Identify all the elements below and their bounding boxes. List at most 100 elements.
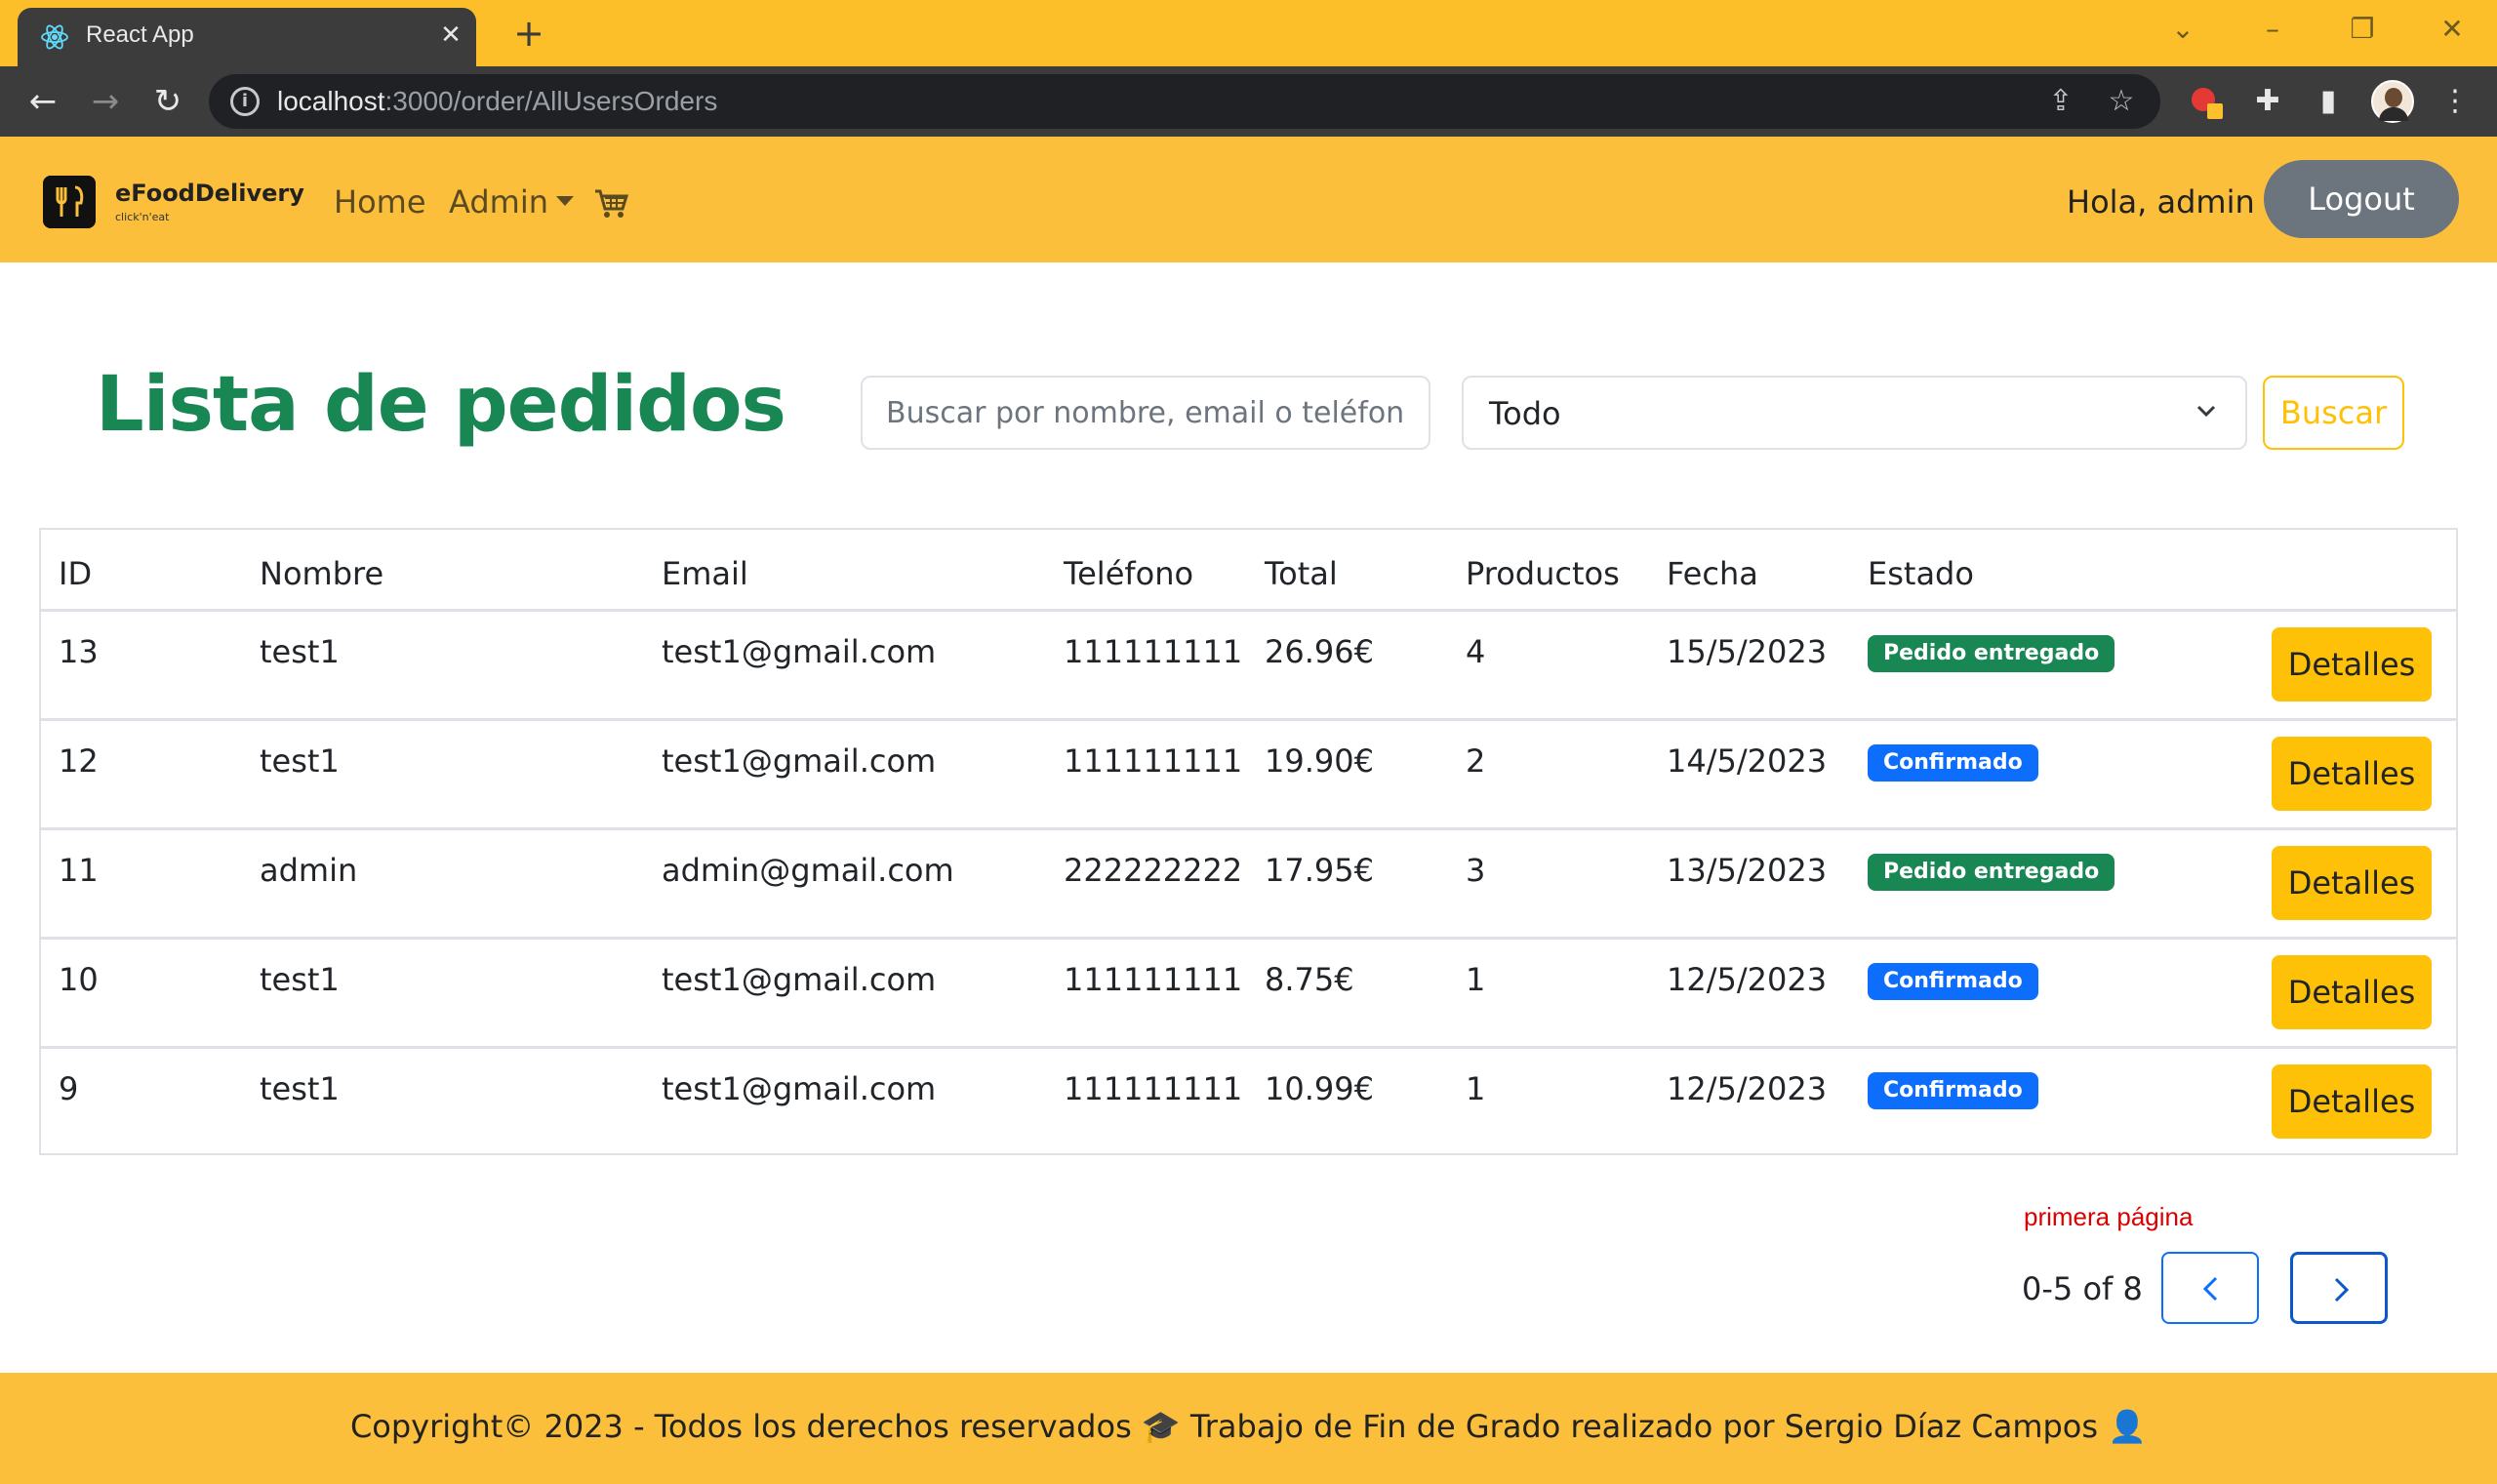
- table-row: 13 test1 test1@gmail.com 111111111 26.96…: [41, 612, 2456, 721]
- cell-email: test1@gmail.com: [662, 961, 937, 998]
- share-icon[interactable]: ⇪: [2043, 84, 2078, 119]
- close-tab-icon[interactable]: ✕: [435, 20, 466, 51]
- status-badge: Pedido entregado: [1868, 635, 2115, 672]
- status-filter-select[interactable]: Todo: [1462, 376, 2247, 450]
- cell-products: 2: [1466, 742, 1486, 780]
- status-badge: Confirmado: [1868, 744, 2038, 782]
- first-page-message: primera página: [2024, 1202, 2194, 1231]
- new-tab-button[interactable]: +: [509, 14, 548, 53]
- browser-tab[interactable]: React App ✕: [18, 8, 476, 66]
- table-row: 9 test1 test1@gmail.com 111111111 10.99€…: [41, 1049, 2456, 1158]
- header-name: Nombre: [260, 555, 384, 592]
- bookmark-star-icon[interactable]: ☆: [2104, 84, 2139, 119]
- cell-total: 8.75€: [1265, 961, 1354, 998]
- cell-email: test1@gmail.com: [662, 633, 937, 670]
- header-status: Estado: [1868, 555, 1974, 592]
- extension-badge-icon[interactable]: [2188, 82, 2227, 121]
- cell-total: 17.95€: [1265, 852, 1374, 889]
- details-button[interactable]: Detalles: [2272, 1064, 2432, 1139]
- cell-email: test1@gmail.com: [662, 1070, 937, 1107]
- cell-total: 10.99€: [1265, 1070, 1374, 1107]
- tab-title: React App: [86, 21, 194, 48]
- cell-date: 13/5/2023: [1667, 852, 1828, 889]
- header-email: Email: [662, 555, 748, 592]
- cell-date: 12/5/2023: [1667, 961, 1828, 998]
- browser-toolbar: ← → ↻ i localhost:3000/order/AllUsersOrd…: [0, 66, 2497, 137]
- brand-tagline: click'n'eat: [115, 211, 170, 223]
- brand-logo-icon[interactable]: [43, 176, 96, 228]
- cell-phone: 222222222: [1064, 852, 1243, 889]
- cell-products: 1: [1466, 1070, 1486, 1107]
- search-input[interactable]: [861, 376, 1430, 450]
- status-filter-value: Todo: [1489, 395, 1561, 432]
- chevron-down-icon: [2196, 405, 2216, 418]
- logout-button[interactable]: Logout: [2264, 160, 2459, 238]
- nav-home-link[interactable]: Home: [334, 183, 426, 221]
- cell-phone: 111111111: [1064, 742, 1243, 780]
- table-row: 10 test1 test1@gmail.com 111111111 8.75€…: [41, 940, 2456, 1049]
- details-button[interactable]: Detalles: [2272, 737, 2432, 811]
- details-button[interactable]: Detalles: [2272, 846, 2432, 920]
- brand-name[interactable]: eFoodDelivery: [115, 180, 304, 207]
- site-info-icon[interactable]: i: [230, 87, 260, 116]
- details-button[interactable]: Detalles: [2272, 955, 2432, 1029]
- cell-phone: 111111111: [1064, 961, 1243, 998]
- avatar-body: [2379, 107, 2408, 121]
- cell-name: test1: [260, 742, 340, 780]
- orders-table: ID Nombre Email Teléfono Total Productos…: [39, 528, 2458, 1155]
- cell-name: test1: [260, 633, 340, 670]
- chevron-right-icon: [2334, 1277, 2350, 1303]
- side-panel-icon[interactable]: ▮: [2309, 82, 2348, 121]
- tab-search-icon[interactable]: ⌄: [2160, 10, 2205, 49]
- chevron-left-icon: [2202, 1276, 2218, 1302]
- profile-avatar[interactable]: [2371, 80, 2414, 123]
- menu-kebab-icon[interactable]: ⋮: [2436, 82, 2475, 121]
- cell-id: 9: [59, 1070, 79, 1107]
- cell-products: 4: [1466, 633, 1486, 670]
- table-row: 11 admin admin@gmail.com 222222222 17.95…: [41, 830, 2456, 940]
- url-host: localhost: [277, 86, 385, 116]
- next-page-button[interactable]: [2290, 1252, 2388, 1324]
- details-button[interactable]: Detalles: [2272, 627, 2432, 702]
- cell-email: admin@gmail.com: [662, 852, 954, 889]
- status-badge: Confirmado: [1868, 963, 2038, 1000]
- url-text: localhost:3000/order/AllUsersOrders: [277, 86, 717, 117]
- previous-page-button[interactable]: [2161, 1252, 2259, 1324]
- nav-admin-dropdown[interactable]: Admin: [449, 183, 574, 221]
- forward-arrow-icon[interactable]: →: [84, 80, 127, 123]
- cell-date: 15/5/2023: [1667, 633, 1828, 670]
- pagination-range: 0-5 of 8: [2022, 1270, 2143, 1307]
- search-button[interactable]: Buscar: [2263, 376, 2404, 450]
- table-header-row: ID Nombre Email Teléfono Total Productos…: [41, 530, 2456, 612]
- app-navbar: eFoodDelivery click'n'eat Home Admin Hol…: [0, 137, 2497, 262]
- close-window-icon[interactable]: ✕: [2430, 10, 2475, 49]
- cell-phone: 111111111: [1064, 1070, 1243, 1107]
- page-footer: Copyright© 2023 - Todos los derechos res…: [0, 1373, 2497, 1484]
- address-bar[interactable]: i localhost:3000/order/AllUsersOrders ⇪ …: [209, 74, 2160, 129]
- adblock-icon: [2192, 88, 2223, 119]
- table-row: 12 test1 test1@gmail.com 111111111 19.90…: [41, 721, 2456, 830]
- header-products: Productos: [1466, 555, 1620, 592]
- restore-icon[interactable]: ❐: [2340, 10, 2385, 49]
- footer-text: Copyright© 2023 - Todos los derechos res…: [349, 1408, 2148, 1445]
- caret-down-icon: [555, 196, 574, 206]
- back-arrow-icon[interactable]: ←: [21, 80, 64, 123]
- greeting-text: Hola, admin: [2067, 183, 2255, 221]
- cell-id: 12: [59, 742, 99, 780]
- url-path: :3000/order/AllUsersOrders: [384, 86, 718, 116]
- status-badge: Confirmado: [1868, 1072, 2038, 1109]
- status-badge: Pedido entregado: [1868, 854, 2115, 891]
- cart-icon[interactable]: [591, 183, 630, 222]
- cell-id: 13: [59, 633, 99, 670]
- cell-name: test1: [260, 1070, 340, 1107]
- header-date: Fecha: [1667, 555, 1758, 592]
- cell-date: 14/5/2023: [1667, 742, 1828, 780]
- browser-tab-strip: React App ✕ + ⌄ – ❐ ✕: [0, 0, 2497, 66]
- extensions-puzzle-icon[interactable]: ✚: [2248, 82, 2287, 121]
- minimize-icon[interactable]: –: [2250, 10, 2295, 49]
- avatar-head: [2385, 88, 2402, 107]
- cell-name: admin: [260, 852, 358, 889]
- header-phone: Teléfono: [1064, 555, 1194, 592]
- cell-products: 3: [1466, 852, 1486, 889]
- reload-icon[interactable]: ↻: [146, 80, 189, 123]
